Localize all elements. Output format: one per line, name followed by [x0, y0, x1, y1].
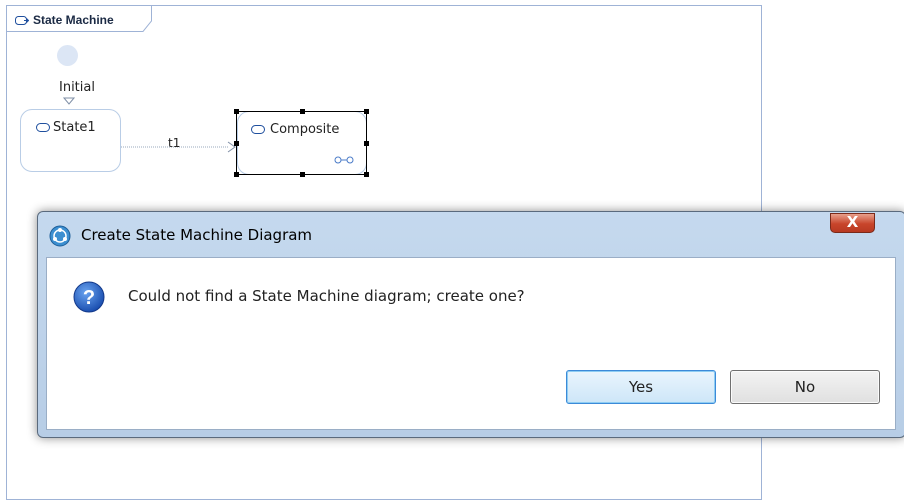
close-button[interactable]: X — [830, 213, 875, 233]
question-icon: ? — [73, 281, 105, 313]
app-icon — [49, 225, 71, 247]
dialog-message: Could not find a State Machine diagram; … — [128, 287, 525, 305]
state-state1[interactable]: State1 — [20, 109, 121, 172]
transition-label: t1 — [168, 136, 181, 150]
dialog-body: ? Could not find a State Machine diagram… — [46, 257, 896, 430]
selection-frame — [236, 111, 367, 175]
resize-handle[interactable] — [300, 109, 305, 114]
resize-handle[interactable] — [234, 109, 239, 114]
dialog-title: Create State Machine Diagram — [81, 226, 313, 244]
no-button[interactable]: No — [730, 370, 880, 404]
resize-handle[interactable] — [234, 172, 239, 177]
yes-button[interactable]: Yes — [566, 370, 716, 404]
state-icon — [36, 123, 50, 132]
resize-handle[interactable] — [300, 172, 305, 177]
resize-handle[interactable] — [364, 172, 369, 177]
close-icon: X — [846, 213, 859, 231]
resize-handle[interactable] — [364, 141, 369, 146]
create-diagram-dialog: Create State Machine Diagram X ? Could n… — [37, 211, 904, 438]
dialog-titlebar[interactable]: Create State Machine Diagram X — [38, 212, 904, 257]
resize-handle[interactable] — [234, 141, 239, 146]
resize-handle[interactable] — [364, 109, 369, 114]
state-label: State1 — [53, 120, 96, 135]
svg-text:?: ? — [83, 287, 95, 309]
